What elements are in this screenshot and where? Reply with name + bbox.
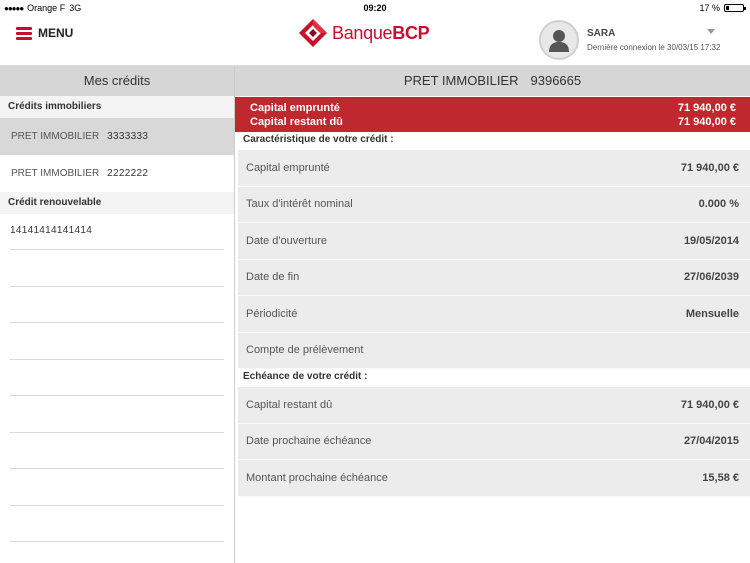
user-info: SARA Dernière connexion le 30/03/15 17:3… xyxy=(587,20,720,52)
section-mortgage: Crédits immobiliers xyxy=(0,96,234,118)
detail-row: Taux d'intérêt nominal 0.000 % xyxy=(238,186,750,223)
summary-banner: Capital emprunté 71 940,00 € Capital res… xyxy=(235,97,750,132)
empty-row xyxy=(10,250,224,287)
empty-row xyxy=(10,360,224,396)
detail-row: Date de fin 27/06/2039 xyxy=(238,259,750,296)
bcp-logo-icon xyxy=(299,19,327,47)
empty-row xyxy=(10,433,224,469)
empty-row xyxy=(10,469,224,506)
clock: 09:20 xyxy=(363,3,387,13)
schedule-title: Echéance de votre crédit : xyxy=(235,369,750,387)
detail-row: Capital restant dû 71 940,00 € xyxy=(238,387,750,424)
user-name: SARA xyxy=(587,28,616,39)
battery-percent: 17 % xyxy=(699,3,720,13)
credit-detail: PRET IMMOBILIER 9396665 Capital emprunté … xyxy=(235,66,750,563)
app-header: MENU BanqueBCP SARA Dernière connexion l… xyxy=(0,16,750,66)
detail-row: Date prochaine échéance 27/04/2015 xyxy=(238,423,750,460)
characteristics-title: Caractéristique de votre crédit : xyxy=(235,132,750,150)
sidebar-title: Mes crédits xyxy=(0,66,234,96)
empty-row xyxy=(10,396,224,433)
loan-item[interactable]: PRET IMMOBILIER 3333333 xyxy=(0,118,234,155)
credits-sidebar: Mes crédits Crédits immobiliers PRET IMM… xyxy=(0,66,235,563)
empty-row xyxy=(10,323,224,360)
last-login: Dernière connexion le 30/03/15 17:32 xyxy=(587,43,721,52)
loan-item[interactable]: PRET IMMOBILIER 2222222 xyxy=(0,155,234,192)
menu-button[interactable]: MENU xyxy=(16,26,73,40)
battery-icon xyxy=(724,4,746,12)
page-title: PRET IMMOBILIER 9396665 xyxy=(235,66,750,96)
status-bar: ●●●●● Orange F 3G 09:20 17 % xyxy=(0,0,750,16)
detail-row: Date d'ouverture 19/05/2014 xyxy=(238,223,750,260)
detail-row: Montant prochaine échéance 15,58 € xyxy=(238,460,750,497)
empty-row xyxy=(10,506,224,542)
avatar xyxy=(539,20,579,60)
empty-row xyxy=(10,287,224,323)
user-avatar-icon xyxy=(549,30,569,52)
banner-row-remaining: Capital restant dû 71 940,00 € xyxy=(250,116,736,128)
menu-label: MENU xyxy=(38,26,74,40)
hamburger-icon xyxy=(16,26,32,40)
banner-row-borrowed: Capital emprunté 71 940,00 € xyxy=(250,102,736,114)
status-right: 17 % xyxy=(699,3,746,13)
brand-logo: BanqueBCP xyxy=(298,18,430,48)
section-revolving: Crédit renouvelable xyxy=(0,192,234,214)
detail-row: Capital emprunté 71 940,00 € xyxy=(238,150,750,187)
revolving-item[interactable]: 14141414141414 xyxy=(10,214,224,250)
chevron-down-icon[interactable] xyxy=(707,29,715,34)
brand-name: BanqueBCP xyxy=(332,22,430,43)
user-panel[interactable]: SARA Dernière connexion le 30/03/15 17:3… xyxy=(539,20,720,60)
detail-row: Compte de prélèvement xyxy=(238,332,750,369)
detail-row: Périodicité Mensuelle xyxy=(238,296,750,333)
